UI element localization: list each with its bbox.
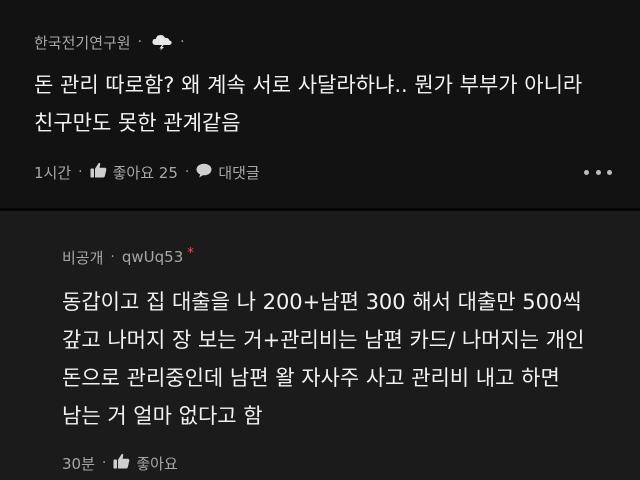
reply-like-label: 좋아요: [136, 454, 178, 473]
more-dots-icon: [584, 169, 589, 175]
reply-comment: 비공개 · qwUq53 * 동갑이고 집 대출을 나 200+남편 300 해…: [0, 211, 640, 480]
thumbs-up-icon: [90, 162, 107, 182]
reply-author: 비공개: [62, 248, 104, 267]
comment-time: 1시간: [34, 163, 72, 182]
cloud-lightning-icon: [151, 33, 173, 51]
separator-dot: ·: [180, 34, 185, 50]
reply-like-button[interactable]: 좋아요: [113, 453, 178, 474]
reply-header: 비공개 · qwUq53 *: [62, 245, 640, 269]
separator-dot: ·: [101, 455, 107, 471]
separator-dot: ·: [110, 249, 115, 265]
more-options-button[interactable]: [584, 162, 612, 182]
reply-body: 동갑이고 집 대출을 나 200+남편 300 해서 대출만 500씩 갚고 나…: [62, 290, 585, 428]
reply-label: 대댓글: [218, 163, 260, 182]
comment-header: 한국전기연구원 · ·: [34, 30, 640, 54]
thumbs-up-icon: [113, 453, 130, 473]
top-comment: 한국전기연구원 · · 돈 관리 따로함? 왜 계속 서로 사달라하냐.. 뭔가…: [0, 0, 640, 208]
comment-actions: 1시간 · 좋아요 25 · 대댓글: [34, 160, 640, 184]
separator-dot: ·: [78, 164, 83, 180]
separator-dot: ·: [137, 34, 143, 50]
separator-dot: ·: [184, 164, 190, 180]
like-button[interactable]: 좋아요 25: [90, 162, 178, 183]
author-marker: *: [187, 245, 194, 261]
reply-time: 30분: [62, 454, 95, 473]
reply-actions: 30분 · 좋아요: [62, 451, 640, 475]
reply-button[interactable]: 대댓글: [196, 162, 260, 183]
reply-user-id[interactable]: qwUq53: [122, 248, 183, 266]
comment-body: 돈 관리 따로함? 왜 계속 서로 사달라하냐.. 뭔가 부부가 아니라 친구만…: [34, 73, 583, 135]
like-count-label: 좋아요 25: [112, 163, 178, 182]
speech-bubble-icon: [196, 163, 212, 182]
comment-author[interactable]: 한국전기연구원: [34, 32, 131, 53]
